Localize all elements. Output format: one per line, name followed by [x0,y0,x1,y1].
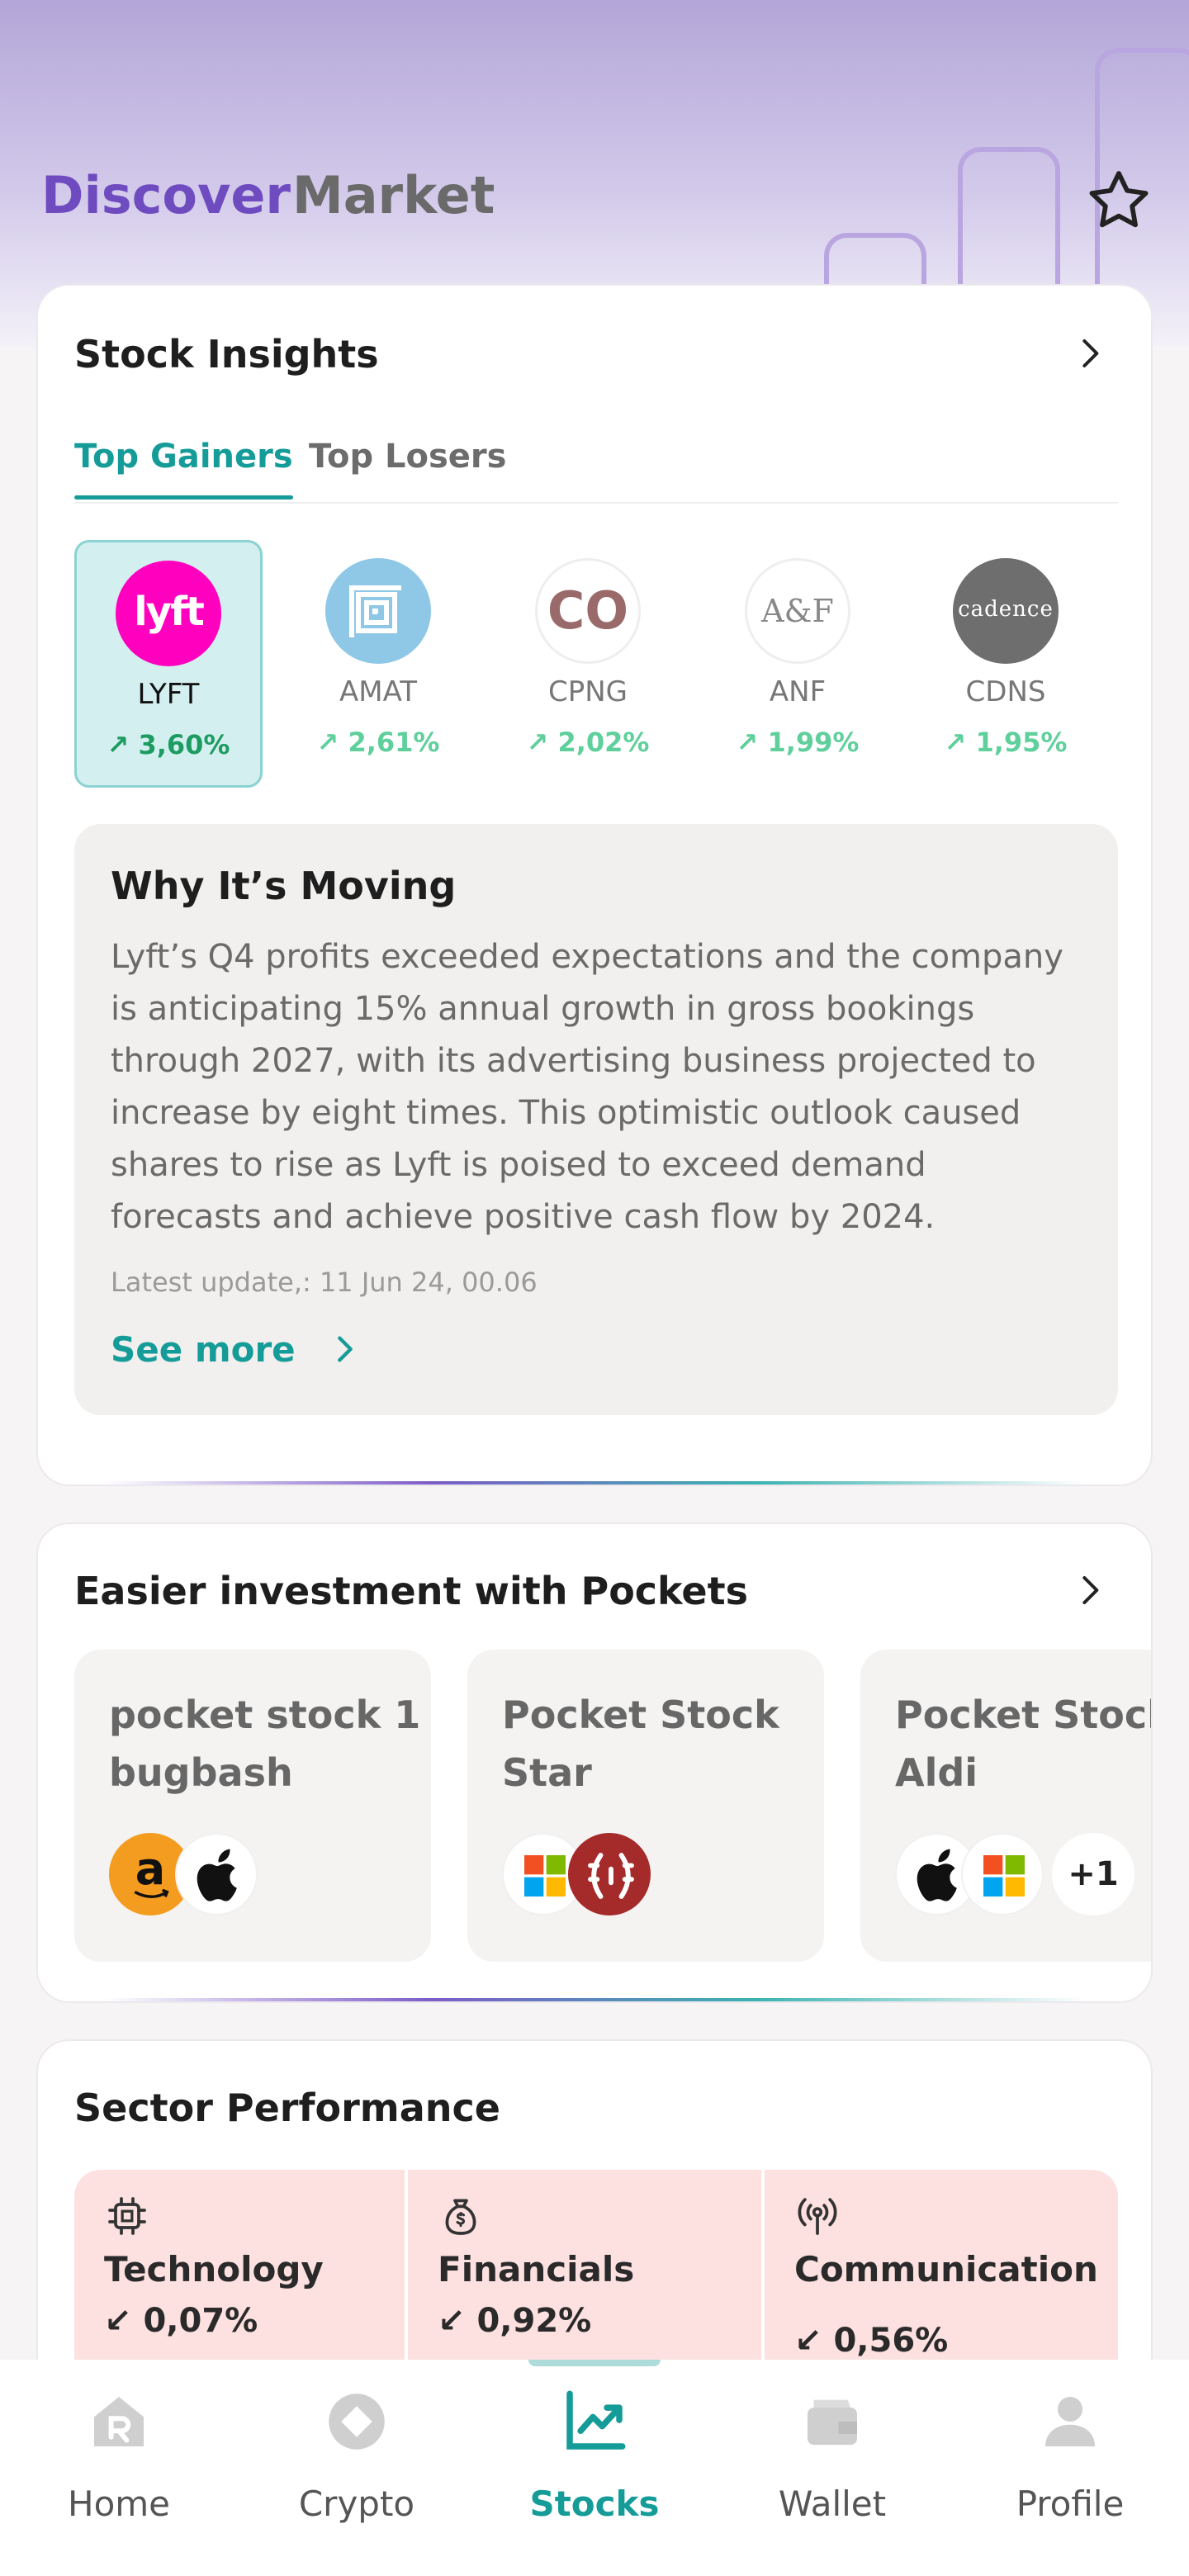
sector-change: ↙ 0,92% [438,2302,592,2340]
pocket-card[interactable]: Pocket Stock Star [467,1650,824,1962]
broadcast-icon [798,2198,837,2235]
stock-item-amat[interactable]: AMAT ↗ 2,61% [284,540,472,788]
arrow-down-left-icon: ↙ [104,2302,132,2340]
nav-profile[interactable]: Profile [951,2360,1189,2576]
why-its-moving-panel: Why It’s Moving Lyft’s Q4 profits exceed… [74,824,1118,1415]
pocket-name: Pocket Stock Star [502,1693,779,1795]
arrow-down-left-icon: ↙ [438,2302,466,2340]
chevron-right-icon[interactable] [1073,1574,1106,1607]
money-bag-icon [445,2199,476,2235]
wallet-icon [808,2399,857,2446]
arrow-up-right-icon: ↗ [736,727,759,758]
card-glow-divider [104,1998,1085,2001]
sector-name: Communication [794,2249,1098,2290]
sector-tile-technology[interactable]: Technology ↙ 0,07% [74,2170,405,2384]
anf-logo: A&F [745,558,850,664]
more-logos-count: +1 [1052,1833,1135,1915]
stock-change: ↗ 1,99% [736,727,860,758]
sector-change: ↙ 0,07% [104,2302,258,2340]
arrow-up-right-icon: ↗ [526,727,549,758]
nav-label: Crypto [298,2484,415,2524]
home-icon [94,2397,144,2446]
why-body-text: Lyft’s Q4 profits exceeded expectations … [111,938,1063,1236]
sector-tile-communication[interactable]: Communication ↙ 0,56% [765,2170,1118,2384]
sector-tile-financials[interactable]: Financials ↙ 0,92% [408,2170,761,2384]
stock-item-cdns[interactable]: cadence CDNS ↗ 1,95% [912,540,1100,788]
laurel-logo [568,1833,651,1915]
tab-discover[interactable]: Discover [41,165,291,225]
sector-performance-title: Sector Performance [74,2086,500,2130]
arrow-down-left-icon: ↙ [794,2322,822,2360]
card-glow-divider [104,1481,1085,1485]
sector-name: Financials [438,2249,635,2290]
pockets-title: Easier investment with Pockets [74,1569,748,1613]
tab-top-losers[interactable]: Top Losers [309,438,506,476]
coupang-logo: CO [535,558,641,664]
pocket-card[interactable]: Pocket Stock Aldi +1 [860,1650,1153,1962]
apple-logo [175,1833,258,1915]
stock-ticker: AMAT [339,675,417,708]
pocket-card[interactable]: pocket stock 1 bugbash a [74,1650,431,1962]
profile-icon [1045,2397,1095,2446]
stock-change: ↗ 3,60% [107,729,230,760]
arrow-up-right-icon: ↗ [944,727,967,758]
pocket-name: pocket stock 1 bugbash [109,1693,421,1795]
bottom-navigation: Home Crypto Stocks Wallet Profile [0,2360,1189,2576]
stock-ticker: ANF [769,675,827,708]
microsoft-logo [961,1833,1044,1915]
nav-label: Wallet [778,2484,887,2524]
stock-ticker: LYFT [137,678,200,711]
sector-grid: Technology ↙ 0,07% Financials ↙ 0,92% Co… [74,2170,1118,2384]
crypto-icon [329,2394,385,2450]
pocket-name: Pocket Stock Aldi [895,1693,1153,1795]
nav-label: Home [67,2484,171,2524]
nav-label: Stocks [529,2484,660,2524]
stock-ticker: CDNS [965,675,1046,708]
latest-update-text: Latest update,: 11 Jun 24, 00.06 [111,1267,538,1298]
sector-name: Technology [104,2249,324,2290]
chip-icon [108,2197,146,2235]
chevron-right-icon[interactable] [1073,337,1106,370]
why-title: Why It’s Moving [111,864,457,908]
cadence-logo: cadence [953,558,1059,664]
stock-item-anf[interactable]: A&F ANF ↗ 1,99% [703,540,892,788]
pockets-card: Easier investment with Pockets pocket st… [36,1522,1153,2003]
nav-crypto[interactable]: Crypto [238,2360,476,2576]
stock-change: ↗ 2,02% [526,727,650,758]
see-more-link[interactable]: See more [111,1329,296,1370]
stock-insights-title: Stock Insights [74,332,379,376]
nav-label: Profile [1016,2484,1125,2524]
tab-top-gainers[interactable]: Top Gainers [74,438,293,500]
nav-stocks[interactable]: Stocks [476,2360,713,2576]
arrow-up-right-icon: ↗ [107,729,130,760]
tab-market[interactable]: Market [292,165,495,225]
star-outline-icon[interactable] [1083,165,1154,236]
amat-logo [325,558,431,664]
gainers-losers-tabs: Top Gainers Top Losers [74,438,1118,504]
nav-wallet[interactable]: Wallet [713,2360,951,2576]
sector-change: ↙ 0,56% [794,2322,949,2360]
stocks-chart-icon [566,2390,626,2450]
stock-change: ↗ 2,61% [316,727,440,758]
lyft-logo: lyft [116,561,221,666]
stock-insights-card: Stock Insights Top Gainers Top Losers ly… [36,284,1153,1486]
stock-item-lyft[interactable]: lyft LYFT ↗ 3,60% [74,540,263,788]
chevron-right-icon[interactable] [329,1333,362,1366]
stock-change: ↗ 1,95% [944,727,1068,758]
stock-item-cpng[interactable]: CO CPNG ↗ 2,02% [494,540,682,788]
arrow-up-right-icon: ↗ [316,727,339,758]
nav-home[interactable]: Home [0,2360,238,2576]
stock-ticker: CPNG [547,675,628,708]
